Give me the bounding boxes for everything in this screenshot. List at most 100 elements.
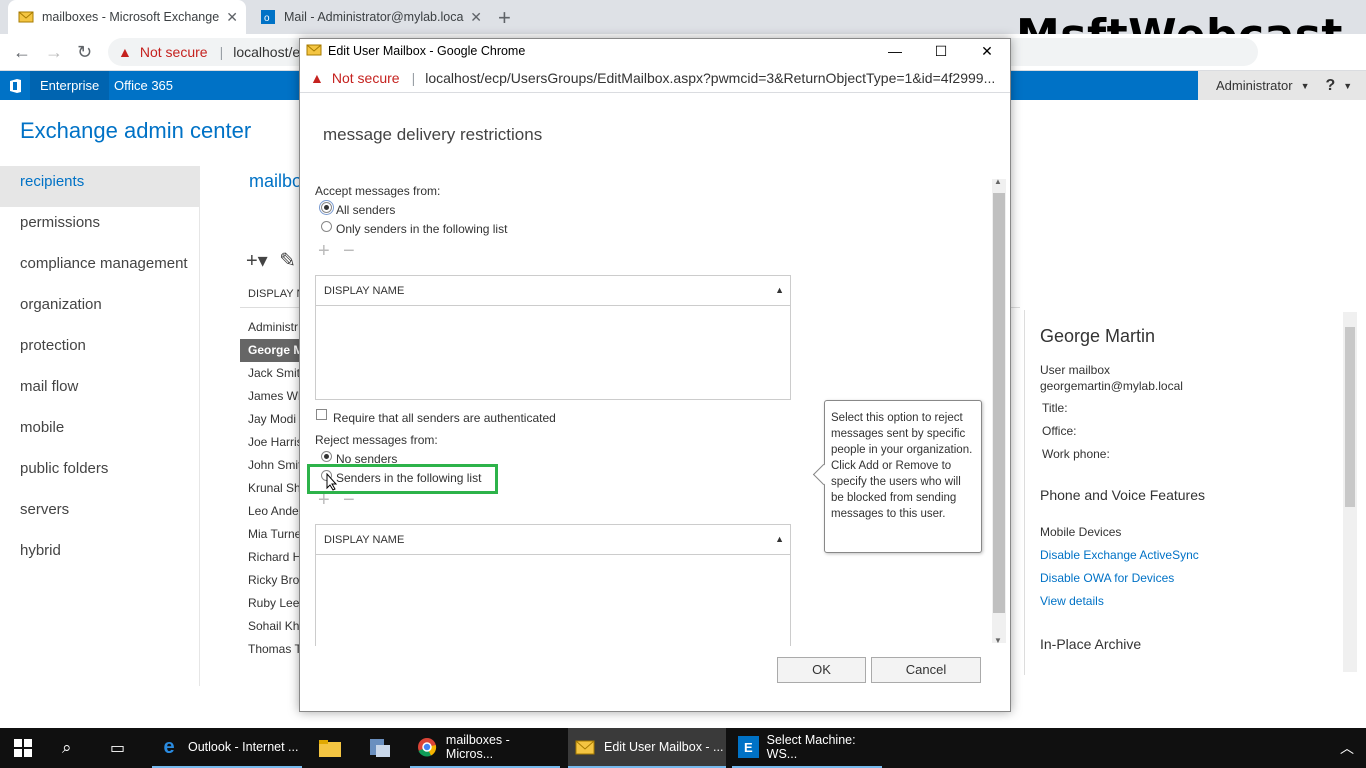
table-row[interactable]: George M <box>240 339 302 362</box>
taskbar-app-chrome-mailboxes[interactable]: mailboxes - Micros... <box>410 728 560 768</box>
enterprise-link[interactable]: Enterprise <box>30 71 110 100</box>
office-logo-icon[interactable] <box>0 71 30 100</box>
nav-permissions[interactable]: permissions <box>0 207 199 248</box>
reload-icon[interactable]: ↻ <box>77 42 92 63</box>
exchange-shell-icon: E <box>738 736 759 758</box>
view-details-link[interactable]: View details <box>1040 594 1358 608</box>
add-icon[interactable]: + <box>318 489 330 512</box>
taskbar-app-ie[interactable]: e Outlook - Internet ... <box>152 728 302 768</box>
file-explorer-icon[interactable] <box>318 728 342 768</box>
scroll-down-icon[interactable]: ▼ <box>994 636 1002 645</box>
taskbar-app-select-machine[interactable]: E Select Machine: WS... <box>732 728 882 768</box>
table-row[interactable]: Ruby Lee <box>240 592 302 615</box>
ok-button[interactable]: OK <box>777 657 866 683</box>
detail-name: George Martin <box>1040 326 1156 346</box>
table-row[interactable]: Jay Modi <box>240 408 302 431</box>
popup-address-bar[interactable]: ▲ Not secure | localhost/ecp/UsersGroups… <box>300 63 1010 93</box>
table-row[interactable]: Sohail Kha <box>240 615 302 638</box>
minimize-icon[interactable]: — <box>872 39 918 63</box>
table-row[interactable]: Thomas T <box>240 638 302 661</box>
not-secure-label: Not secure <box>139 44 208 60</box>
section-heading: message delivery restrictions <box>323 125 543 144</box>
nav-protection[interactable]: protection <box>0 330 199 371</box>
table-row[interactable]: Ricky Brow <box>240 569 302 592</box>
accept-list[interactable]: DISPLAY NAME ▲ <box>315 275 791 400</box>
popup-scrollbar[interactable]: ▲ ▼ <box>992 177 1006 645</box>
no-senders-radio[interactable] <box>321 451 332 462</box>
chrome-icon <box>416 736 438 758</box>
table-row[interactable]: Administr <box>240 316 302 339</box>
only-senders-label: Only senders in the following list <box>336 222 508 236</box>
taskbar-app-label: mailboxes - Micros... <box>445 733 510 761</box>
tab-mailboxes[interactable]: mailboxes - Microsoft Exchange ✕ <box>8 0 246 34</box>
close-icon[interactable]: ✕ <box>964 39 1010 63</box>
edit-icon[interactable]: ✎ <box>279 250 296 272</box>
forward-icon[interactable]: → <box>45 42 63 63</box>
detail-phone-label: Work phone: <box>1042 447 1110 461</box>
nav-mobile[interactable]: mobile <box>0 412 199 453</box>
taskbar-app-label: Edit User Mailbox - ... <box>604 740 724 754</box>
table-row[interactable]: Jack Smith <box>240 362 302 385</box>
search-icon[interactable]: ⌕ <box>62 728 72 768</box>
table-row[interactable]: Joe Harris <box>240 431 302 454</box>
url-text: localhost/ec <box>233 44 308 60</box>
help-tooltip: Select this option to reject messages se… <box>824 400 982 553</box>
table-row[interactable]: James Wh <box>240 385 302 408</box>
mailbox-list: Administr George M Jack Smith James Wh J… <box>240 316 302 661</box>
table-row[interactable]: Leo Ande <box>240 500 302 523</box>
add-icon[interactable]: +▾ <box>246 250 268 272</box>
close-tab-icon[interactable]: ✕ <box>226 9 238 26</box>
remove-icon[interactable]: − <box>343 240 355 263</box>
reject-list[interactable]: DISPLAY NAME ▲ <box>315 524 791 646</box>
accept-label: Accept messages from: <box>315 184 441 198</box>
table-row[interactable]: John Smit <box>240 454 302 477</box>
new-tab-icon[interactable]: + <box>498 5 511 31</box>
outlook-favicon-icon: o <box>260 9 276 25</box>
disable-owa-link[interactable]: Disable OWA for Devices <box>1040 571 1358 585</box>
disable-activesync-link[interactable]: Disable Exchange ActiveSync <box>1040 548 1358 562</box>
detail-office-label: Office: <box>1042 424 1077 438</box>
help-icon[interactable]: ? <box>1326 77 1336 95</box>
list-header[interactable]: DISPLAY NAME ▲ <box>316 525 790 555</box>
cancel-button[interactable]: Cancel <box>871 657 981 683</box>
require-auth-checkbox[interactable] <box>316 409 327 420</box>
nav-organization[interactable]: organization <box>0 289 199 330</box>
table-row[interactable]: Richard H <box>240 546 302 569</box>
table-row[interactable]: Krunal Sh <box>240 477 302 500</box>
server-manager-icon[interactable] <box>368 728 392 768</box>
list-header[interactable]: DISPLAY NAME ▲ <box>316 276 790 306</box>
details-scrollbar[interactable] <box>1343 312 1357 672</box>
reject-label: Reject messages from: <box>315 433 438 447</box>
scroll-thumb[interactable] <box>1345 327 1355 507</box>
nav-hybrid[interactable]: hybrid <box>0 535 199 576</box>
scroll-up-icon[interactable]: ▲ <box>994 177 1002 186</box>
taskbar-app-edit-mailbox[interactable]: Edit User Mailbox - ... <box>568 728 726 768</box>
task-view-icon[interactable]: ▭ <box>110 728 125 768</box>
start-icon[interactable] <box>14 728 32 768</box>
user-menu[interactable]: Administrator ▼ ? ▼ <box>1198 71 1366 100</box>
exchange-favicon-icon <box>18 9 34 25</box>
taskbar-app-label: Outlook - Internet ... <box>188 740 299 754</box>
add-icon[interactable]: + <box>318 240 330 263</box>
nav-compliance[interactable]: compliance management <box>0 248 199 289</box>
maximize-icon[interactable]: ☐ <box>918 39 964 63</box>
tab-mail[interactable]: o Mail - Administrator@mylab.loca ✕ <box>250 0 490 34</box>
chevron-up-icon[interactable]: ︿ <box>1340 728 1354 768</box>
nav-public-folders[interactable]: public folders <box>0 453 199 494</box>
nav-servers[interactable]: servers <box>0 494 199 535</box>
office365-link[interactable]: Office 365 <box>114 78 173 93</box>
sort-arrow-icon: ▲ <box>775 534 784 544</box>
nav-recipients[interactable]: recipients <box>0 166 199 207</box>
archive-heading: In-Place Archive <box>1040 636 1142 652</box>
detail-title-label: Title: <box>1042 401 1068 415</box>
scroll-thumb[interactable] <box>993 193 1005 613</box>
close-tab-icon[interactable]: ✕ <box>470 9 482 26</box>
window-titlebar[interactable]: Edit User Mailbox - Google Chrome — ☐ ✕ <box>300 39 1010 63</box>
nav-mail-flow[interactable]: mail flow <box>0 371 199 412</box>
table-row[interactable]: Mia Turne <box>240 523 302 546</box>
all-senders-radio[interactable] <box>319 200 334 215</box>
back-icon[interactable]: ← <box>13 42 31 63</box>
only-senders-radio[interactable] <box>321 221 332 232</box>
remove-icon[interactable]: − <box>343 489 355 512</box>
url-text: localhost/ecp/UsersGroups/EditMailbox.as… <box>425 69 996 86</box>
